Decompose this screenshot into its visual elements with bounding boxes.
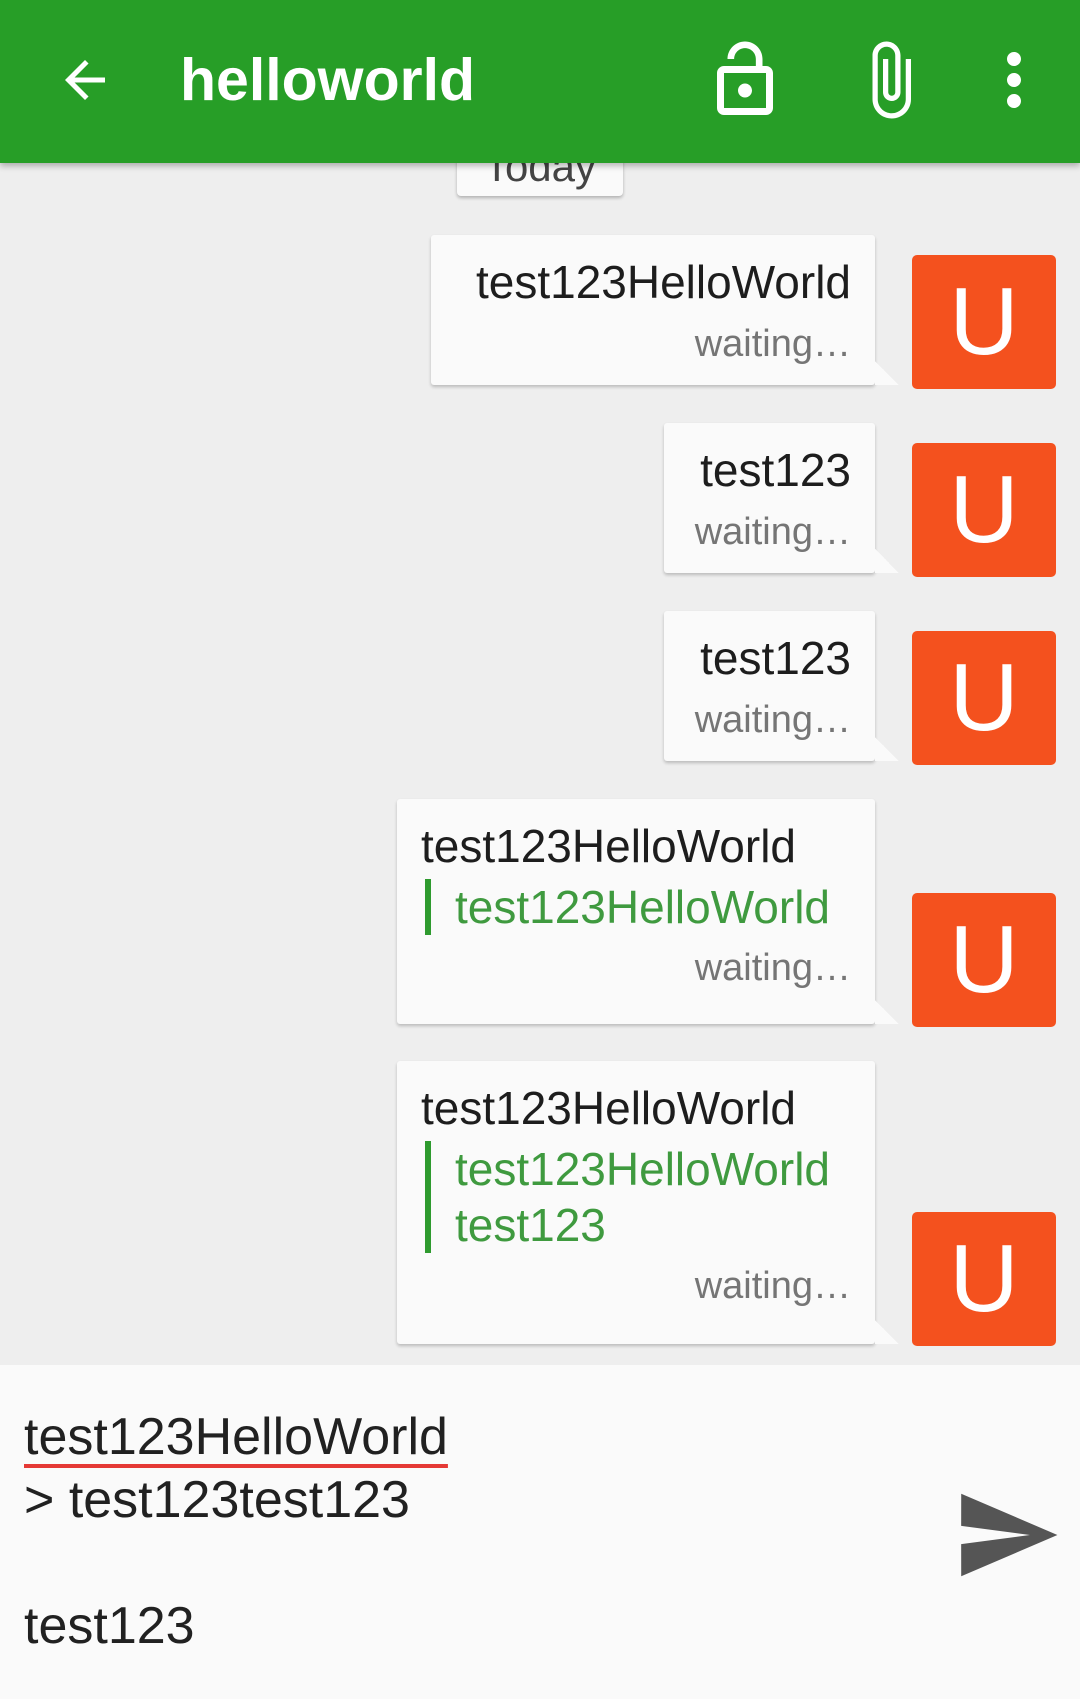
quote-line: test123 (455, 1199, 606, 1251)
message-quote: test123HelloWorld test123 (425, 1141, 851, 1253)
avatar[interactable]: U (912, 443, 1056, 577)
input-line-1: test123HelloWorld (24, 1408, 448, 1466)
bubble-tail (875, 549, 899, 573)
message-bubble[interactable]: test123 waiting… (664, 611, 899, 761)
app-bar: helloworld (0, 0, 1080, 163)
message-status: waiting… (694, 947, 851, 989)
send-icon[interactable] (952, 1480, 1062, 1590)
bubble-tail (875, 1320, 899, 1344)
message-text: test123HelloWorld (421, 820, 797, 872)
more-vert-icon[interactable] (972, 38, 1056, 122)
message-quote: test123HelloWorld (425, 879, 851, 935)
avatar[interactable]: U (912, 255, 1056, 389)
bubble-tail (875, 361, 899, 385)
message-text: test123HelloWorld (421, 1082, 797, 1134)
attach-icon[interactable] (848, 38, 932, 122)
quote-line: test123HelloWorld (455, 1143, 831, 1195)
input-line-4: test123 (24, 1597, 195, 1655)
avatar[interactable]: U (912, 893, 1056, 1027)
message-status: waiting… (694, 323, 851, 365)
message-input[interactable]: test123HelloWorld > test123test123 test1… (24, 1406, 904, 1658)
avatar[interactable]: U (912, 1212, 1056, 1346)
message-status: waiting… (694, 1265, 851, 1307)
conversation-title: helloworld (180, 47, 475, 113)
message-text: test123HelloWorld (475, 256, 851, 308)
message-bubble[interactable]: test123 waiting… (664, 423, 899, 573)
message-status: waiting… (694, 511, 851, 553)
bubble-tail (875, 1000, 899, 1024)
message-bubble[interactable]: test123HelloWorld waiting… (431, 235, 899, 385)
bubble-tail (875, 737, 899, 761)
message-composer: test123HelloWorld > test123test123 test1… (0, 1365, 1080, 1699)
input-line-2: > test123test123 (24, 1471, 410, 1529)
quote-line: test123HelloWorld (455, 881, 831, 933)
lock-icon[interactable] (703, 38, 787, 122)
message-bubble[interactable]: test123HelloWorld test123HelloWorld test… (397, 1061, 899, 1344)
message-status: waiting… (694, 699, 851, 741)
message-text: test123 (700, 444, 851, 496)
arrow-back-icon[interactable] (55, 50, 115, 110)
avatar[interactable]: U (912, 631, 1056, 765)
message-bubble[interactable]: test123HelloWorld test123HelloWorld wait… (397, 799, 899, 1024)
message-text: test123 (700, 632, 851, 684)
